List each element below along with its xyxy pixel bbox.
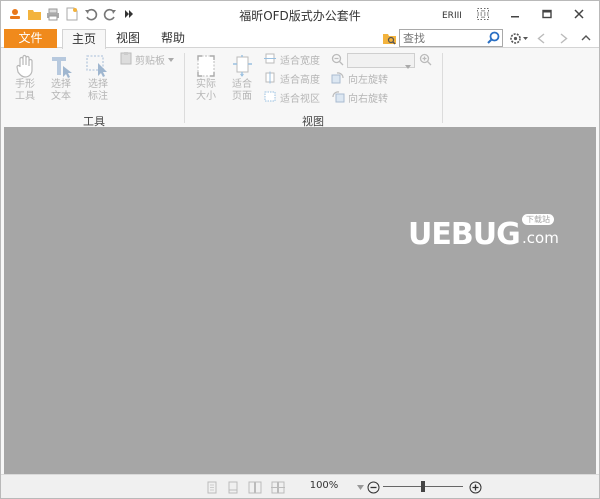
single-page-icon[interactable] (205, 480, 219, 494)
annotation-select-icon (81, 53, 115, 79)
actual-size-button[interactable]: 实际 大小 (189, 53, 223, 103)
zoom-combo-dropdown-icon (405, 59, 411, 72)
app-window: 福昕OFD版式办公套件 ERIII 文件 主页 视图 帮助 查找 手形 工具 选… (0, 0, 600, 499)
fit-width-button[interactable]: 适合宽度 (263, 51, 320, 68)
watermark-text: UEBUG (408, 217, 521, 252)
watermark-suffix: .com (522, 229, 559, 247)
watermark-badge: 下载站 (522, 214, 554, 225)
search-field[interactable] (399, 29, 503, 47)
window-controls: ERIII (437, 5, 593, 23)
document-workspace[interactable]: UEBUG .com 下载站 (4, 127, 596, 474)
facing-pages-icon[interactable] (248, 480, 262, 494)
zoom-out-icon[interactable] (366, 480, 380, 494)
status-bar: 100% (1, 474, 599, 498)
fit-width-icon (263, 52, 277, 68)
tab-home[interactable]: 主页 (62, 29, 106, 49)
hand-tool-button[interactable]: 手形 工具 (8, 53, 42, 103)
rotate-left-button[interactable]: 向左旋转 (331, 70, 388, 87)
hand-tool-label-1: 手形 (15, 79, 35, 90)
fit-height-label: 适合高度 (280, 75, 320, 86)
rotate-right-button[interactable]: 向右旋转 (331, 89, 388, 106)
close-icon[interactable] (565, 5, 593, 23)
minimize-icon[interactable] (501, 5, 529, 23)
svg-text:ERIII: ERIII (442, 11, 461, 20)
clipboard-icon (120, 51, 132, 68)
restore-icon[interactable] (533, 5, 561, 23)
rotate-right-icon (331, 90, 345, 106)
zoom-percentage[interactable]: 100% (306, 480, 342, 491)
next-result-icon[interactable] (556, 30, 572, 46)
select-annotation-label-1: 选择 (88, 79, 108, 90)
layout-icon[interactable] (469, 5, 497, 23)
fit-visible-label: 适合视区 (280, 94, 320, 105)
actual-size-icon (189, 53, 223, 79)
zoom-slider-thumb[interactable] (421, 481, 425, 492)
tab-view[interactable]: 视图 (110, 29, 146, 49)
zoom-in-icon[interactable] (468, 480, 482, 494)
hand-icon (8, 53, 42, 79)
fit-page-label-2: 页面 (232, 91, 252, 102)
continuous-page-icon[interactable] (226, 480, 240, 494)
select-text-label-1: 选择 (51, 79, 71, 90)
watermark-logo: UEBUG .com 下载站 (408, 214, 564, 255)
fit-height-button[interactable]: 适合高度 (263, 70, 320, 87)
fit-visible-icon (263, 90, 277, 106)
fit-page-icon (225, 53, 259, 79)
zoom-in-ribbon-icon[interactable] (419, 51, 432, 68)
continuous-facing-icon[interactable] (271, 480, 285, 494)
group-divider (442, 53, 443, 123)
ribbon-mode-icon[interactable]: ERIII (437, 5, 465, 23)
select-annotation-label-2: 标注 (88, 91, 108, 102)
fit-page-label-1: 适合 (232, 79, 252, 90)
fit-visible-button[interactable]: 适合视区 (263, 89, 320, 106)
actual-size-label-2: 大小 (196, 91, 216, 102)
collapse-ribbon-icon[interactable] (578, 30, 594, 46)
fit-page-button[interactable]: 适合 页面 (225, 53, 259, 103)
zoom-out-ribbon-icon[interactable] (331, 51, 344, 68)
zoom-dropdown-icon[interactable] (353, 480, 367, 494)
hand-tool-label-2: 工具 (15, 91, 35, 102)
rotate-left-label: 向左旋转 (348, 75, 388, 86)
select-text-button[interactable]: 选择 文本 (44, 53, 78, 103)
search-icon[interactable] (487, 31, 500, 47)
ribbon-tab-row: 文件 主页 视图 帮助 (1, 28, 599, 49)
title-bar: 福昕OFD版式办公套件 ERIII (1, 1, 599, 28)
fit-width-label: 适合宽度 (280, 56, 320, 67)
settings-gear-icon[interactable] (508, 30, 530, 46)
select-text-label-2: 文本 (51, 91, 71, 102)
fit-height-icon (263, 71, 277, 87)
text-select-icon (44, 53, 78, 79)
clipboard-label: 剪贴板 (135, 56, 165, 67)
search-input[interactable] (400, 30, 484, 46)
actual-size-label-1: 实际 (196, 79, 216, 90)
zoom-level-combo[interactable] (347, 53, 415, 69)
tab-help[interactable]: 帮助 (155, 29, 191, 49)
clipboard-button[interactable]: 剪贴板 (120, 51, 174, 68)
rotate-right-label: 向右旋转 (348, 94, 388, 105)
group-divider (184, 53, 185, 123)
clipboard-dropdown-icon (168, 54, 174, 65)
rotate-left-icon (331, 71, 345, 87)
tab-file[interactable]: 文件 (4, 29, 57, 48)
select-annotation-button[interactable]: 选择 标注 (81, 53, 115, 103)
ribbon-panel: 手形 工具 选择 文本 选择 标注 剪贴板 工具 实际 大小 适合 页面 适合宽… (1, 49, 599, 128)
find-folder-icon[interactable] (381, 30, 397, 46)
previous-result-icon[interactable] (533, 30, 549, 46)
